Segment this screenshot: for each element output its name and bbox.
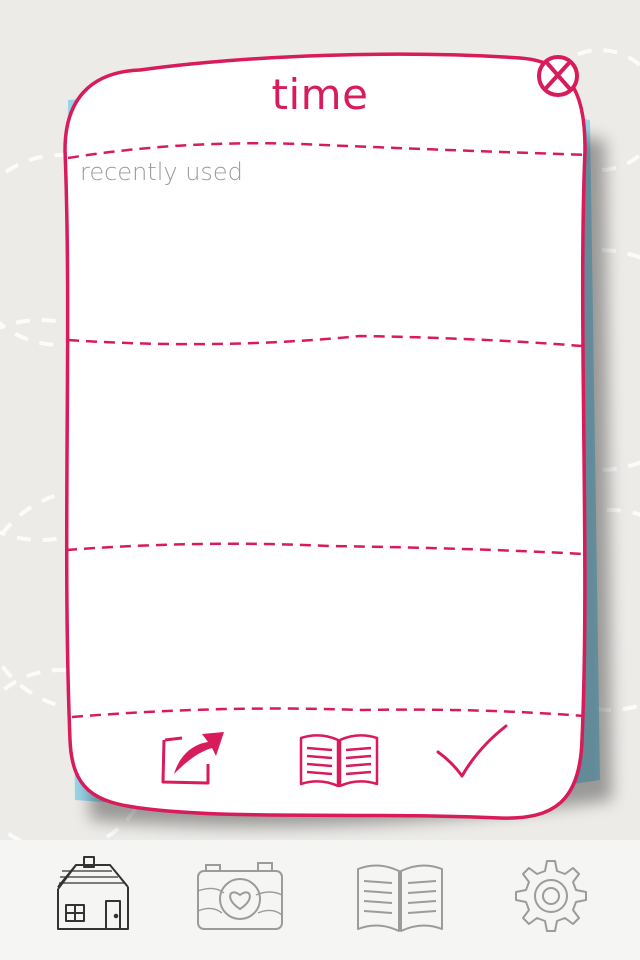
dialog-title: time bbox=[271, 70, 369, 119]
book-icon bbox=[357, 864, 443, 932]
open-book-icon bbox=[299, 734, 379, 788]
camera-heart-icon bbox=[197, 862, 283, 930]
gear-icon bbox=[515, 860, 587, 932]
share-button[interactable] bbox=[158, 726, 230, 786]
nav-book[interactable] bbox=[354, 855, 446, 935]
slot-2 bbox=[75, 350, 575, 540]
section-label-recently-used: recently used bbox=[80, 158, 243, 186]
confirm-button[interactable] bbox=[434, 722, 512, 784]
house-icon bbox=[57, 856, 129, 930]
nav-camera[interactable] bbox=[194, 855, 286, 935]
share-arrow-icon bbox=[161, 732, 224, 785]
slot-3 bbox=[75, 556, 575, 706]
close-button[interactable] bbox=[532, 50, 584, 102]
close-circle-x-icon bbox=[537, 55, 579, 97]
library-button[interactable] bbox=[298, 730, 380, 790]
slot-recently-used bbox=[75, 165, 575, 335]
nav-settings[interactable] bbox=[512, 855, 590, 935]
checkmark-icon bbox=[436, 724, 508, 778]
nav-home[interactable] bbox=[50, 855, 134, 935]
